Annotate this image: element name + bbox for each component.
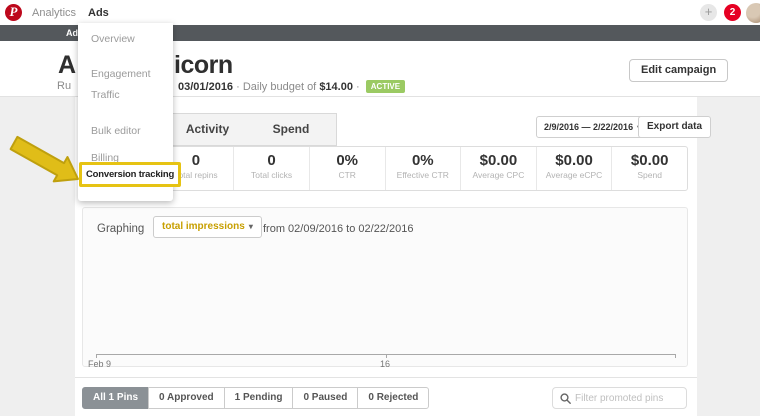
menu-item-bulk-editor[interactable]: Bulk editor (91, 125, 141, 137)
graph-range-text: from 02/09/2016 to 02/22/2016 (263, 223, 413, 235)
pin-filter-group: All 1 Pins 0 Approved 1 Pending 0 Paused… (83, 387, 429, 409)
campaign-title-fragment-left: A (58, 51, 76, 80)
graphing-label: Graphing (97, 223, 144, 235)
axis-tick (386, 354, 387, 358)
notification-badge[interactable]: 2 (724, 4, 741, 21)
date-range-value: 2/9/2016 — 2/22/2016 (544, 122, 633, 132)
pinterest-ads-dashboard: P Analytics Ads + 2 Ads A icorn Ru 03/01… (0, 0, 760, 416)
menu-item-conversion-tracking[interactable]: Conversion tracking (79, 162, 181, 187)
stat-spend: $0.00 Spend (611, 147, 687, 190)
top-nav-bar: P Analytics Ads + 2 (0, 0, 760, 25)
stat-label: Average eCPC (537, 170, 612, 180)
separator-dot: · (356, 81, 360, 93)
nav-analytics[interactable]: Analytics (32, 7, 76, 19)
graph-card: Graphing total impressions ▾ from 02/09/2… (82, 207, 688, 367)
filter-paused-button[interactable]: 0 Paused (292, 387, 358, 409)
campaign-title-fragment-right: icorn (174, 51, 233, 80)
plus-icon[interactable]: + (700, 4, 717, 21)
stat-average-ecpc: $0.00 Average eCPC (536, 147, 612, 190)
stat-average-cpc: $0.00 Average CPC (460, 147, 536, 190)
stat-ctr: 0% CTR (309, 147, 385, 190)
tab-spend[interactable]: Spend (246, 113, 337, 146)
menu-item-traffic[interactable]: Traffic (91, 89, 120, 101)
stat-value: 0 (234, 153, 309, 169)
axis-tick (96, 354, 97, 358)
ads-dropdown-menu: Overview Engagement Traffic Bulk editor … (78, 23, 173, 201)
campaign-subtitle-fragment-left: Ru (57, 80, 71, 92)
edit-campaign-button[interactable]: Edit campaign (629, 59, 728, 82)
search-icon (560, 393, 571, 404)
separator-dot: · (236, 81, 240, 93)
bottom-divider (75, 377, 697, 378)
campaign-subtitle: 03/01/2016 · Daily budget of $14.00 · AC… (178, 80, 405, 93)
pinterest-logo-icon[interactable]: P (5, 4, 22, 21)
stat-total-clicks: 0 Total clicks (233, 147, 309, 190)
filter-pending-button[interactable]: 1 Pending (224, 387, 294, 409)
filter-all-pins-button[interactable]: All 1 Pins (82, 387, 149, 409)
avatar[interactable] (746, 3, 760, 23)
date-range-select[interactable]: 2/9/2016 — 2/22/2016▾ (536, 116, 649, 138)
stat-value: $0.00 (461, 153, 536, 169)
filter-pins-input[interactable] (575, 393, 675, 404)
budget-text: Daily budget of (243, 81, 316, 93)
menu-item-overview[interactable]: Overview (91, 33, 135, 45)
search-box (552, 387, 687, 409)
stat-value: 0% (310, 153, 385, 169)
axis-label-feb9: Feb 9 (88, 359, 111, 369)
graph-metric-value: total impressions (162, 221, 245, 232)
stat-value: $0.00 (612, 153, 687, 169)
menu-item-engagement[interactable]: Engagement (91, 68, 151, 80)
stat-label: Average CPC (461, 170, 536, 180)
axis-tick (675, 354, 676, 358)
nav-ads[interactable]: Ads (88, 7, 109, 19)
stat-label: Effective CTR (386, 170, 461, 180)
axis-label-16: 16 (380, 359, 390, 369)
annotation-arrow-icon (4, 131, 84, 193)
stat-label: Total clicks (234, 170, 309, 180)
end-date: 03/01/2016 (178, 81, 233, 93)
stat-label: Spend (612, 170, 687, 180)
budget-amount: $14.00 (319, 81, 353, 93)
filter-approved-button[interactable]: 0 Approved (148, 387, 225, 409)
stat-label: CTR (310, 170, 385, 180)
graph-metric-select[interactable]: total impressions ▾ (153, 216, 262, 238)
filter-rejected-button[interactable]: 0 Rejected (357, 387, 429, 409)
stat-effective-ctr: 0% Effective CTR (385, 147, 461, 190)
stat-value: 0% (386, 153, 461, 169)
status-badge: ACTIVE (366, 80, 405, 93)
chevron-down-icon: ▾ (249, 222, 253, 231)
export-data-button[interactable]: Export data (638, 116, 711, 138)
stat-value: $0.00 (537, 153, 612, 169)
tab-activity[interactable]: Activity (168, 113, 247, 146)
